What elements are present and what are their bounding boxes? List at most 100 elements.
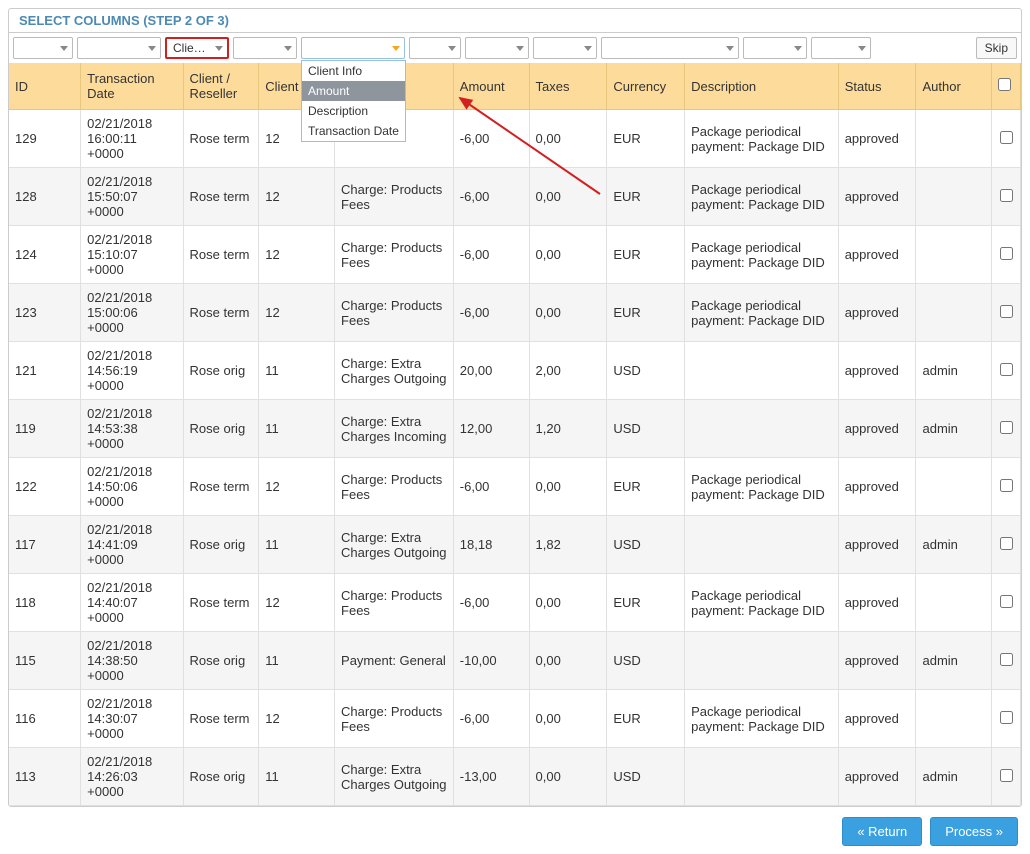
cell-description: Package periodical payment: Package DID	[685, 458, 839, 516]
cell-client_id: 11	[259, 748, 335, 806]
cell-taxes: 0,00	[529, 574, 607, 632]
table-row: 11902/21/2018 14:53:38 +0000Rose orig11C…	[9, 400, 1021, 458]
dropdown-item[interactable]: Transaction Date	[302, 121, 405, 141]
column-map-combo-4[interactable]: Client InfoAmountDescriptionTransaction …	[301, 37, 405, 59]
cell-type: Charge: Products Fees	[335, 574, 454, 632]
column-map-combo-1[interactable]	[77, 37, 161, 59]
cell-client: Rose term	[183, 168, 259, 226]
select-columns-panel: SELECT COLUMNS (STEP 2 OF 3) Client InfC…	[8, 8, 1022, 807]
cell-taxes: 0,00	[529, 690, 607, 748]
row-checkbox[interactable]	[1000, 653, 1013, 666]
cell-amount: -10,00	[453, 632, 529, 690]
cell-description: Package periodical payment: Package DID	[685, 110, 839, 168]
cell-status: approved	[838, 574, 916, 632]
row-checkbox[interactable]	[1000, 363, 1013, 376]
return-button[interactable]: « Return	[842, 817, 922, 846]
row-checkbox[interactable]	[1000, 595, 1013, 608]
cell-id: 122	[9, 458, 81, 516]
cell-status: approved	[838, 284, 916, 342]
cell-client: Rose orig	[183, 516, 259, 574]
process-button[interactable]: Process »	[930, 817, 1018, 846]
row-checkbox[interactable]	[1000, 711, 1013, 724]
cell-status: approved	[838, 516, 916, 574]
cell-id: 118	[9, 574, 81, 632]
select-all-checkbox[interactable]	[998, 78, 1011, 91]
cell-client: Rose term	[183, 458, 259, 516]
chevron-down-icon	[858, 46, 866, 51]
cell-author: admin	[916, 632, 992, 690]
cell-description	[685, 632, 839, 690]
cell-taxes: 0,00	[529, 458, 607, 516]
cell-author	[916, 284, 992, 342]
cell-amount: -13,00	[453, 748, 529, 806]
cell-id: 117	[9, 516, 81, 574]
cell-description	[685, 748, 839, 806]
cell-client_id: 12	[259, 226, 335, 284]
cell-id: 123	[9, 284, 81, 342]
cell-client: Rose orig	[183, 400, 259, 458]
row-checkbox[interactable]	[1000, 421, 1013, 434]
column-map-combo-9[interactable]	[743, 37, 807, 59]
row-checkbox[interactable]	[1000, 247, 1013, 260]
column-map-combo-2[interactable]: Client Inf	[165, 37, 229, 59]
cell-date: 02/21/2018 15:10:07 +0000	[81, 226, 183, 284]
cell-taxes: 1,20	[529, 400, 607, 458]
column-map-combo-8[interactable]	[601, 37, 739, 59]
cell-id: 115	[9, 632, 81, 690]
table-row: 11802/21/2018 14:40:07 +0000Rose term12C…	[9, 574, 1021, 632]
cell-taxes: 0,00	[529, 110, 607, 168]
dropdown-item[interactable]: Description	[302, 101, 405, 121]
cell-check	[992, 632, 1021, 690]
skip-button[interactable]: Skip	[976, 37, 1017, 59]
row-checkbox[interactable]	[1000, 131, 1013, 144]
cell-date: 02/21/2018 14:41:09 +0000	[81, 516, 183, 574]
column-map-combo-5[interactable]	[409, 37, 461, 59]
cell-date: 02/21/2018 14:38:50 +0000	[81, 632, 183, 690]
chevron-down-icon	[516, 46, 524, 51]
cell-currency: EUR	[607, 458, 685, 516]
cell-amount: 20,00	[453, 342, 529, 400]
cell-taxes: 0,00	[529, 748, 607, 806]
cell-author	[916, 690, 992, 748]
cell-description: Package periodical payment: Package DID	[685, 284, 839, 342]
column-map-combo-7[interactable]	[533, 37, 597, 59]
cell-currency: USD	[607, 400, 685, 458]
cell-check	[992, 168, 1021, 226]
cell-author: admin	[916, 400, 992, 458]
cell-author	[916, 574, 992, 632]
cell-currency: EUR	[607, 226, 685, 284]
col-header-taxes: Taxes	[529, 63, 607, 110]
row-checkbox[interactable]	[1000, 305, 1013, 318]
cell-currency: USD	[607, 748, 685, 806]
row-checkbox[interactable]	[1000, 479, 1013, 492]
cell-currency: USD	[607, 632, 685, 690]
chevron-down-icon	[448, 46, 456, 51]
dropdown-item[interactable]: Amount	[302, 81, 405, 101]
cell-id: 119	[9, 400, 81, 458]
row-checkbox[interactable]	[1000, 537, 1013, 550]
row-checkbox[interactable]	[1000, 769, 1013, 782]
column-map-combo-6[interactable]	[465, 37, 529, 59]
column-map-combo-3[interactable]	[233, 37, 297, 59]
cell-type: Charge: Extra Charges Incoming	[335, 400, 454, 458]
column-map-combo-0[interactable]	[13, 37, 73, 59]
cell-description: Package periodical payment: Package DID	[685, 168, 839, 226]
cell-description: Package periodical payment: Package DID	[685, 574, 839, 632]
cell-author: admin	[916, 516, 992, 574]
cell-client_id: 11	[259, 342, 335, 400]
table-row: 12202/21/2018 14:50:06 +0000Rose term12C…	[9, 458, 1021, 516]
dropdown-item[interactable]: Client Info	[302, 61, 405, 81]
cell-type: Charge: Products Fees	[335, 690, 454, 748]
row-checkbox[interactable]	[1000, 189, 1013, 202]
cell-id: 124	[9, 226, 81, 284]
cell-author	[916, 168, 992, 226]
transactions-table: IDTransaction DateClient / ResellerClien…	[9, 63, 1021, 806]
column-map-combo-10[interactable]	[811, 37, 871, 59]
column-map-dropdown: Client InfoAmountDescriptionTransaction …	[301, 60, 406, 142]
cell-check	[992, 284, 1021, 342]
cell-taxes: 0,00	[529, 168, 607, 226]
chevron-down-icon	[584, 46, 592, 51]
cell-description	[685, 342, 839, 400]
cell-description	[685, 516, 839, 574]
cell-type: Charge: Extra Charges Outgoing	[335, 342, 454, 400]
